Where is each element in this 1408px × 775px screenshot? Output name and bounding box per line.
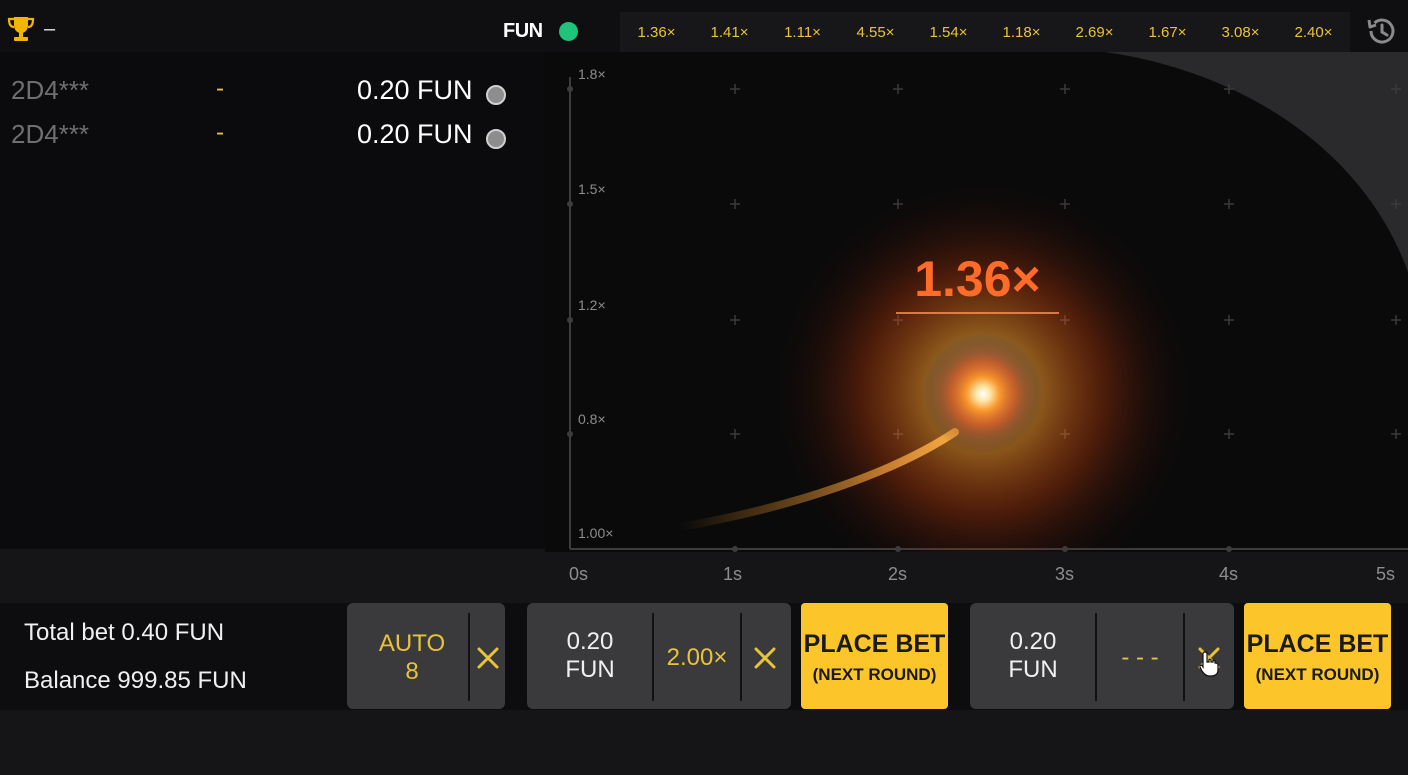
history-icon[interactable] (1364, 14, 1398, 48)
x-tick-label: 0s (569, 564, 589, 584)
divider (1095, 613, 1097, 701)
x-tick-label: 4s (1219, 564, 1239, 584)
coin-icon (486, 85, 506, 105)
hand-cursor-icon (1199, 651, 1219, 677)
history-item[interactable]: 1.18× (985, 24, 1058, 41)
game-graph: 1.36× 1.8× 1.5× 1.2× 0.8× 1.00× (545, 52, 1408, 552)
history-item[interactable]: 1.41× (693, 24, 766, 41)
divider (740, 613, 742, 701)
x-tick-label: 3s (1055, 564, 1075, 584)
total-bet: Total bet 0.40 FUN (24, 619, 225, 646)
trophy-icon[interactable] (6, 14, 36, 44)
divider (1183, 613, 1185, 701)
place-bet-label: PLACE BET (803, 630, 946, 658)
bet-cashout: - (216, 119, 224, 146)
history-item[interactable]: 2.40× (1277, 24, 1350, 41)
bet-amount-value[interactable]: 0.20 (983, 628, 1083, 656)
bet-amount: 0.20 FUN (357, 119, 473, 149)
place-bet-label: PLACE BET (1246, 630, 1389, 658)
auto-count[interactable]: 8 (360, 658, 464, 686)
divider (468, 613, 470, 701)
history-item[interactable]: 1.36× (620, 24, 693, 41)
place-bet-button[interactable]: PLACE BET (NEXT ROUND) (1244, 603, 1391, 709)
bet-amount-currency[interactable]: FUN (540, 656, 640, 684)
place-bet-sublabel: (NEXT ROUND) (1255, 665, 1380, 684)
multiplier-history: 1.36× 1.41× 1.11× 4.55× 1.54× 1.18× 2.69… (620, 12, 1350, 52)
x-tick-label: 2s (888, 564, 908, 584)
bet-amount-value[interactable]: 0.20 (540, 628, 640, 656)
rocket-glow (923, 334, 1043, 454)
history-item[interactable]: 2.69× (1058, 24, 1131, 41)
bet-amount: 0.20 FUN (357, 75, 473, 105)
bets-list: 2D4*** - 0.20 FUN 2D4*** - 0.20 FUN (0, 52, 545, 549)
y-tick-label: 0.8× (578, 411, 606, 427)
x-tick-label: 5s (1376, 564, 1396, 584)
top-dash: – (44, 18, 56, 40)
history-item[interactable]: 1.67× (1131, 24, 1204, 41)
x-tick-label: 1s (723, 564, 743, 584)
place-bet-sublabel: (NEXT ROUND) (812, 665, 937, 684)
close-icon[interactable] (475, 645, 501, 671)
coin-icon (486, 129, 506, 149)
bet-amount-currency[interactable]: FUN (983, 656, 1083, 684)
bet-row: 2D4*** - 0.20 FUN (0, 69, 545, 113)
online-status-dot (559, 22, 578, 41)
history-item[interactable]: 1.11× (766, 24, 839, 41)
divider (652, 613, 654, 701)
top-bar: – FUN 1.36× 1.41× 1.11× 4.55× 1.54× 1.18… (0, 0, 1408, 52)
balance: Balance 999.85 FUN (24, 667, 247, 694)
history-item[interactable]: 3.08× (1204, 24, 1277, 41)
y-tick-label: 1.00× (578, 525, 614, 541)
bet-user: 2D4*** (11, 75, 90, 105)
history-item[interactable]: 4.55× (839, 24, 912, 41)
bet-user: 2D4*** (11, 119, 90, 149)
place-bet-button[interactable]: PLACE BET (NEXT ROUND) (801, 603, 948, 709)
auto-cashout-value[interactable]: 2.00× (656, 644, 738, 672)
y-tick-label: 1.2× (578, 297, 606, 313)
y-tick-label: 1.5× (578, 181, 606, 197)
current-multiplier: 1.36× (914, 251, 1041, 307)
auto-cashout-value[interactable]: - - - (1099, 644, 1181, 672)
history-item[interactable]: 1.54× (912, 24, 985, 41)
background-arc (1105, 52, 1408, 272)
bet-cashout: - (216, 75, 224, 102)
close-icon[interactable] (752, 645, 778, 671)
auto-label[interactable]: AUTO (360, 630, 464, 658)
crash-game-app: – FUN 1.36× 1.41× 1.11× 4.55× 1.54× 1.18… (0, 0, 1408, 775)
y-tick-label: 1.8× (578, 66, 606, 82)
currency-label: FUN (503, 20, 543, 42)
multiplier-underline (896, 312, 1059, 314)
bet-row: 2D4*** - 0.20 FUN (0, 113, 545, 157)
